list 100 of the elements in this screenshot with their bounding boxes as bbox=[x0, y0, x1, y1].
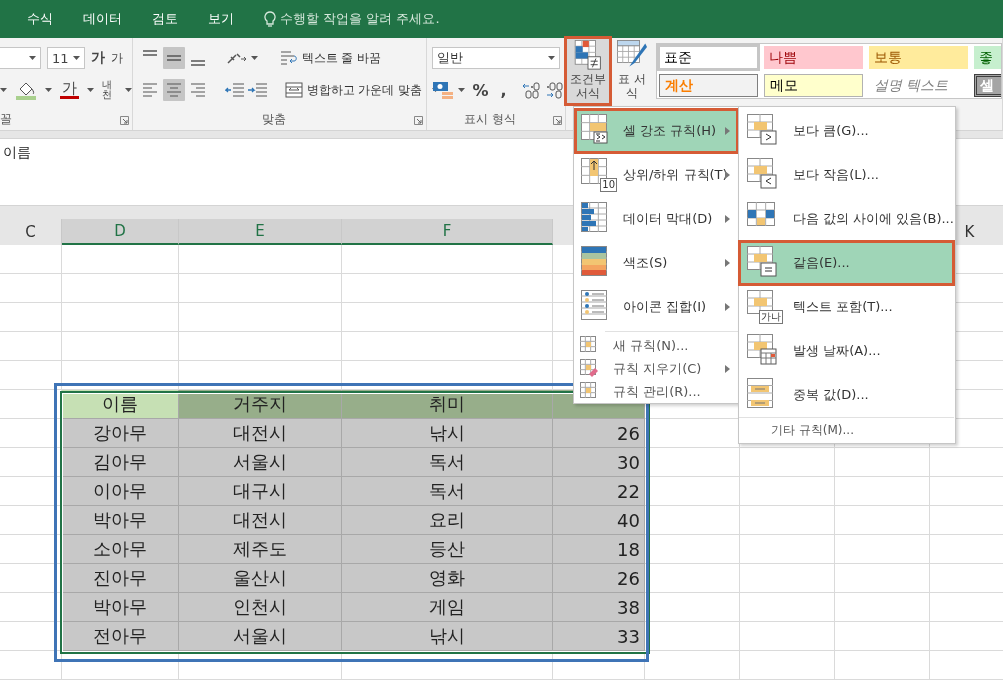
grid-cell[interactable] bbox=[0, 274, 62, 303]
grid-cell[interactable] bbox=[740, 651, 835, 680]
caret-icon[interactable] bbox=[87, 88, 94, 92]
grid-cell[interactable] bbox=[835, 593, 930, 622]
menu-item[interactable]: 셀 강조 규칙(H) bbox=[575, 109, 738, 153]
wrap-text-button[interactable]: 텍스트 줄 바꿈 bbox=[277, 49, 384, 67]
grid-cell[interactable] bbox=[179, 651, 342, 680]
grid-cell[interactable] bbox=[179, 332, 342, 361]
grid-cell[interactable] bbox=[740, 622, 835, 651]
caret-icon[interactable] bbox=[73, 56, 80, 60]
caret-icon[interactable] bbox=[0, 88, 7, 92]
caret-icon[interactable] bbox=[457, 88, 465, 92]
dialog-launcher-icon[interactable] bbox=[553, 116, 562, 125]
grid-cell[interactable] bbox=[835, 622, 930, 651]
menu-item[interactable]: 다음 값의 사이에 있음(B)... bbox=[739, 197, 954, 241]
vertical-align-button[interactable] bbox=[162, 47, 185, 69]
grow-font-button[interactable]: 가 bbox=[91, 49, 105, 67]
grid-cell[interactable] bbox=[553, 651, 645, 680]
grid-cell[interactable] bbox=[0, 390, 62, 419]
cell-style-option[interactable]: 나쁨 bbox=[764, 46, 863, 69]
menu-item[interactable]: 가나 텍스트 포함(T)... bbox=[739, 285, 954, 329]
menu-item[interactable]: 보다 큼(G)... bbox=[739, 109, 954, 153]
grid-cell[interactable] bbox=[835, 535, 930, 564]
increase-decimal-icon[interactable] bbox=[544, 81, 565, 99]
grid-cell[interactable] bbox=[342, 245, 553, 274]
grid-cell[interactable] bbox=[740, 506, 835, 535]
grid-cell[interactable] bbox=[645, 448, 740, 477]
caret-icon[interactable] bbox=[547, 56, 555, 60]
menu-item[interactable]: 데이터 막대(D) bbox=[575, 197, 738, 241]
caret-icon[interactable] bbox=[250, 56, 258, 60]
grid-cell[interactable] bbox=[645, 535, 740, 564]
grid-cell[interactable] bbox=[62, 651, 179, 680]
phonetic-button[interactable]: 내천 bbox=[102, 80, 117, 100]
grid-cell[interactable] bbox=[740, 593, 835, 622]
grid-cell[interactable] bbox=[0, 245, 62, 274]
column-header[interactable]: C bbox=[0, 219, 62, 245]
ribbon-tab[interactable]: 보기 bbox=[208, 8, 234, 30]
column-header[interactable]: E bbox=[179, 219, 342, 245]
ribbon-tab[interactable]: 데이터 bbox=[83, 8, 122, 30]
currency-icon[interactable] bbox=[431, 80, 454, 100]
grid-cell[interactable] bbox=[645, 593, 740, 622]
column-header[interactable]: D bbox=[62, 219, 179, 245]
menu-item[interactable]: 규칙 지우기(C) bbox=[575, 357, 738, 380]
percent-button[interactable]: % bbox=[468, 80, 493, 100]
grid-cell[interactable] bbox=[0, 651, 62, 680]
grid-cell[interactable] bbox=[645, 506, 740, 535]
grid-cell[interactable] bbox=[342, 274, 553, 303]
grid-cell[interactable] bbox=[740, 535, 835, 564]
grid-cell[interactable] bbox=[62, 332, 179, 361]
grid-cell[interactable] bbox=[740, 564, 835, 593]
grid-cell[interactable] bbox=[0, 332, 62, 361]
cell-style-option[interactable]: 보통 bbox=[869, 46, 968, 69]
grid-cell[interactable] bbox=[835, 651, 930, 680]
menu-item[interactable]: 발생 날짜(A)... bbox=[739, 329, 954, 373]
font-name-field[interactable] bbox=[0, 47, 41, 69]
menu-item[interactable]: 기타 규칙(M)... bbox=[739, 417, 954, 443]
font-size-field[interactable]: 11 bbox=[47, 47, 85, 69]
grid-cell[interactable] bbox=[0, 303, 62, 332]
grid-cell[interactable] bbox=[62, 274, 179, 303]
increase-indent-icon[interactable] bbox=[246, 82, 267, 98]
number-format-field[interactable]: 일반 bbox=[431, 47, 560, 69]
font-color-button[interactable]: 가 bbox=[60, 81, 79, 99]
grid-cell[interactable] bbox=[62, 245, 179, 274]
grid-cell[interactable] bbox=[645, 651, 740, 680]
caret-icon[interactable] bbox=[45, 88, 52, 92]
conditional-formatting-button[interactable]: 조건부 서식 bbox=[566, 38, 610, 104]
fill-color-icon[interactable] bbox=[15, 80, 37, 100]
horizontal-align-button[interactable] bbox=[162, 79, 185, 101]
grid-cell[interactable] bbox=[342, 651, 553, 680]
ribbon-tab[interactable]: 수식 bbox=[27, 8, 53, 30]
menu-item[interactable]: 규칙 관리(R)... bbox=[575, 380, 738, 403]
merge-center-button[interactable]: 병합하고 가운데 맞춤 bbox=[282, 81, 425, 99]
decrease-decimal-icon[interactable] bbox=[520, 81, 541, 99]
grid-cell[interactable] bbox=[342, 332, 553, 361]
grid-cell[interactable] bbox=[645, 477, 740, 506]
grid-cell[interactable] bbox=[645, 622, 740, 651]
dialog-launcher-icon[interactable] bbox=[413, 116, 423, 125]
dialog-launcher-icon[interactable] bbox=[119, 116, 129, 125]
grid-cell[interactable] bbox=[740, 448, 835, 477]
grid-cell[interactable] bbox=[0, 361, 62, 390]
cell-style-option[interactable]: 좋 bbox=[974, 46, 1001, 69]
column-header[interactable]: F bbox=[342, 219, 553, 245]
caret-icon[interactable] bbox=[124, 88, 132, 92]
cell-style-option[interactable]: 메모 bbox=[764, 74, 863, 97]
format-as-table-button[interactable]: 표 서식 bbox=[610, 38, 654, 104]
grid-cell[interactable] bbox=[835, 448, 930, 477]
grid-cell[interactable] bbox=[835, 564, 930, 593]
menu-item[interactable]: 아이콘 집합(I) bbox=[575, 285, 738, 329]
tell-me-field[interactable]: 수행할 작업을 알려 주세요. bbox=[280, 10, 440, 28]
cell-style-option[interactable]: 표준 bbox=[659, 46, 758, 69]
menu-item[interactable]: 새 규칙(N)... bbox=[575, 334, 738, 357]
grid-cell[interactable] bbox=[740, 477, 835, 506]
grid-cell[interactable] bbox=[179, 245, 342, 274]
grid-cell[interactable] bbox=[179, 274, 342, 303]
menu-item[interactable]: 같음(E)... bbox=[739, 241, 954, 285]
ribbon-tab[interactable]: 검토 bbox=[152, 8, 178, 30]
grid-cell[interactable] bbox=[835, 477, 930, 506]
comma-button[interactable]: , bbox=[496, 80, 511, 100]
caret-icon[interactable] bbox=[29, 56, 36, 60]
cell-style-option[interactable]: 설명 텍스트 bbox=[869, 74, 968, 97]
